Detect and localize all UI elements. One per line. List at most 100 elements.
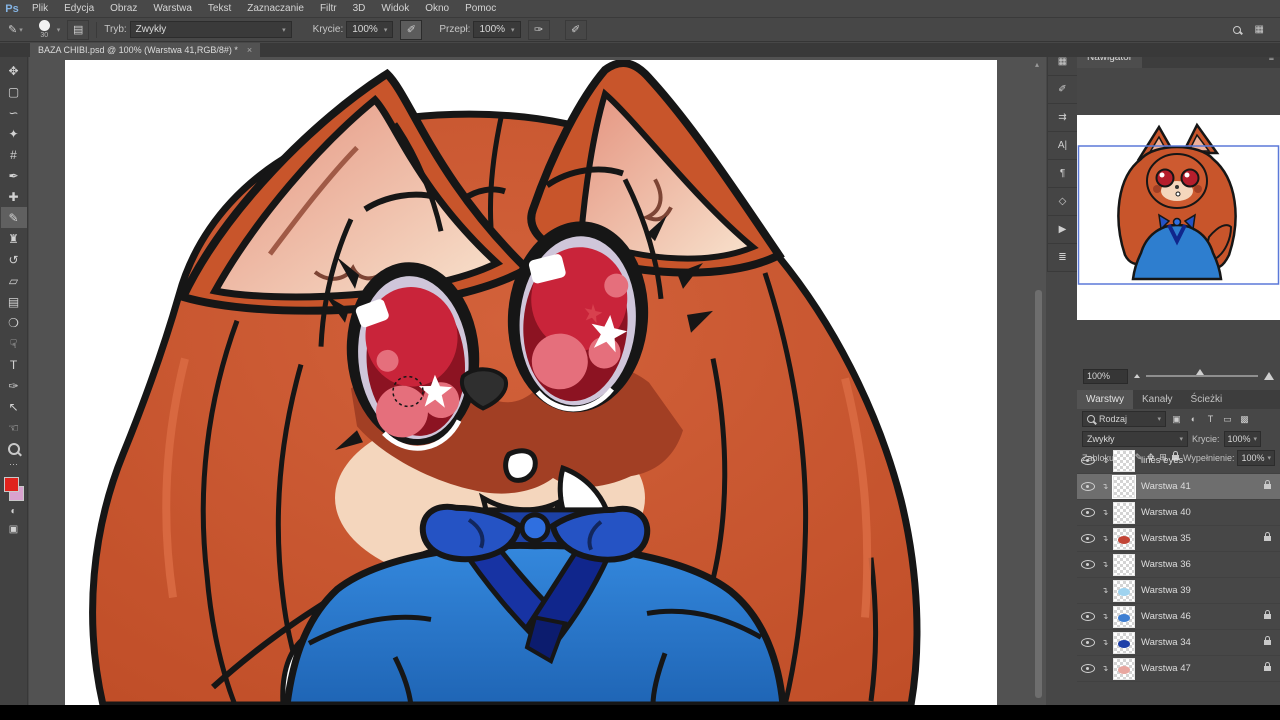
layer-name[interactable]: lines eyes bbox=[1141, 455, 1183, 466]
layer-thumbnail[interactable] bbox=[1113, 631, 1135, 654]
lasso-tool[interactable]: ∽ bbox=[1, 102, 27, 123]
layer-visibility-toggle[interactable] bbox=[1077, 612, 1099, 621]
pressure-opacity-button[interactable]: ✐ bbox=[400, 19, 423, 40]
layers-blend-mode-select[interactable]: Zwykły ▾ bbox=[1082, 430, 1188, 447]
layer-thumbnail[interactable] bbox=[1113, 553, 1135, 576]
tab-layers[interactable]: Warstwy bbox=[1077, 390, 1133, 409]
smudge-tool[interactable]: ☟ bbox=[1, 333, 27, 354]
layer-name[interactable]: Warstwa 41 bbox=[1141, 481, 1191, 492]
scroll-up-arrow[interactable]: ▴ bbox=[1035, 60, 1039, 69]
navigator-zoom-slider[interactable] bbox=[1146, 369, 1258, 377]
eyedropper-tool[interactable]: ✒ bbox=[1, 165, 27, 186]
menu-warstwa[interactable]: Warstwa bbox=[145, 0, 200, 17]
character-panel-icon[interactable]: A| bbox=[1048, 132, 1077, 160]
eraser-tool[interactable]: ▱ bbox=[1, 270, 27, 291]
history-brush-tool[interactable]: ↺ bbox=[1, 249, 27, 270]
layer-thumbnail[interactable] bbox=[1112, 474, 1136, 499]
path-select-tool[interactable]: ↖ bbox=[1, 396, 27, 417]
layer-row[interactable]: ↴ Warstwa 35 bbox=[1077, 526, 1280, 552]
filter-type-layers-icon[interactable]: T bbox=[1204, 412, 1217, 426]
brush-tool[interactable]: ✎ bbox=[0, 207, 27, 228]
type-tool[interactable]: T bbox=[1, 354, 27, 375]
tab-paths[interactable]: Ścieżki bbox=[1182, 390, 1232, 409]
brush-settings-panel-icon[interactable]: ✐ bbox=[1048, 76, 1077, 104]
menu-pomoc[interactable]: Pomoc bbox=[457, 0, 504, 17]
close-icon[interactable]: × bbox=[247, 45, 252, 55]
document-tab[interactable]: BAZA CHIBI.psd @ 100% (Warstwa 41,RGB/8#… bbox=[30, 43, 261, 57]
document-canvas[interactable] bbox=[65, 60, 997, 705]
layer-comps-panel-icon[interactable]: ≣ bbox=[1048, 244, 1077, 272]
layer-name[interactable]: Warstwa 34 bbox=[1141, 637, 1191, 648]
zoom-in-icon[interactable] bbox=[1264, 372, 1274, 380]
zoom-out-icon[interactable] bbox=[1134, 374, 1140, 378]
menu-3d[interactable]: 3D bbox=[345, 0, 374, 17]
3d-panel-icon[interactable]: ◇ bbox=[1048, 188, 1077, 216]
menu-okno[interactable]: Okno bbox=[417, 0, 457, 17]
layer-thumbnail[interactable] bbox=[1113, 579, 1135, 602]
layer-row[interactable]: ↴ Warstwa 39 bbox=[1077, 578, 1280, 604]
canvas-vertical-scrollbar[interactable]: ▴ bbox=[1034, 60, 1043, 703]
menu-tekst[interactable]: Tekst bbox=[200, 0, 239, 17]
move-tool[interactable]: ✥ bbox=[1, 60, 27, 81]
hand-tool[interactable]: ☜ bbox=[1, 417, 27, 438]
filter-shape-layers-icon[interactable]: ▭ bbox=[1221, 412, 1234, 426]
screen-mode-button[interactable]: ▣ bbox=[1, 520, 27, 538]
workspace-switcher-icon[interactable]: ▦ bbox=[1255, 24, 1264, 35]
clone-stamp-tool[interactable]: ♜ bbox=[1, 228, 27, 249]
filter-adjustment-layers-icon[interactable]: ◐ bbox=[1187, 412, 1200, 426]
navigator-zoom-input[interactable]: 100% bbox=[1083, 368, 1128, 384]
navigator-preview[interactable] bbox=[1077, 115, 1280, 320]
layer-name[interactable]: Warstwa 40 bbox=[1141, 507, 1191, 518]
layer-thumbnail[interactable] bbox=[1113, 605, 1135, 628]
layer-row[interactable]: ↴ Warstwa 46 bbox=[1077, 604, 1280, 630]
tab-channels[interactable]: Kanały bbox=[1133, 390, 1182, 409]
layer-filter-select[interactable]: Rodzaj ▾ bbox=[1082, 411, 1166, 427]
foreground-color-swatch[interactable] bbox=[3, 477, 19, 492]
paragraph-panel-icon[interactable]: ¶ bbox=[1048, 160, 1077, 188]
blur-tool[interactable]: ❍ bbox=[1, 312, 27, 333]
clone-source-panel-icon[interactable]: ⇉ bbox=[1048, 104, 1077, 132]
layer-thumbnail[interactable] bbox=[1113, 657, 1135, 680]
menu-widok[interactable]: Widok bbox=[373, 0, 417, 17]
layer-row[interactable]: ↴ Warstwa 41 bbox=[1077, 474, 1280, 500]
layer-row[interactable]: ↴ lines eyes bbox=[1077, 448, 1280, 474]
layer-visibility-toggle[interactable] bbox=[1077, 664, 1099, 673]
chevron-down-icon[interactable]: ▾ bbox=[57, 26, 61, 34]
quick-mask-button[interactable]: ◐ bbox=[1, 502, 27, 520]
pressure-size-button[interactable]: ✐ bbox=[564, 19, 587, 40]
crop-tool[interactable]: # bbox=[1, 144, 27, 165]
marquee-tool[interactable]: ▢ bbox=[1, 81, 27, 102]
layer-visibility-toggle[interactable] bbox=[1077, 534, 1099, 543]
opacity-select[interactable]: 100% ▾ bbox=[346, 21, 394, 38]
layer-visibility-toggle[interactable] bbox=[1077, 560, 1099, 569]
brush-preset-picker[interactable]: 30 bbox=[38, 20, 50, 39]
toggle-brush-panel-button[interactable]: ▤ bbox=[67, 19, 90, 40]
airbrush-button[interactable]: ✑ bbox=[527, 19, 550, 40]
zoom-slider-thumb[interactable] bbox=[1196, 369, 1205, 375]
tool-preset-picker[interactable]: ✎ ▾ bbox=[5, 23, 26, 36]
blend-mode-select[interactable]: Zwykły ▾ bbox=[129, 21, 292, 38]
flow-select[interactable]: 100% ▾ bbox=[473, 21, 521, 38]
layer-name[interactable]: Warstwa 46 bbox=[1141, 611, 1191, 622]
layer-visibility-toggle[interactable] bbox=[1077, 508, 1099, 517]
filter-pixel-layers-icon[interactable]: ▣ bbox=[1170, 412, 1183, 426]
filter-smart-objects-icon[interactable]: ▩ bbox=[1238, 412, 1251, 426]
pen-tool[interactable]: ✑ bbox=[1, 375, 27, 396]
layer-name[interactable]: Warstwa 47 bbox=[1141, 663, 1191, 674]
layer-row[interactable]: ↴ Warstwa 36 bbox=[1077, 552, 1280, 578]
layer-visibility-toggle[interactable] bbox=[1077, 456, 1099, 465]
healing-brush-tool[interactable]: ✚ bbox=[1, 186, 27, 207]
zoom-tool[interactable] bbox=[1, 438, 27, 459]
layer-name[interactable]: Warstwa 36 bbox=[1141, 559, 1191, 570]
magic-wand-tool[interactable]: ✦ bbox=[1, 123, 27, 144]
actions-panel-icon[interactable]: ▶ bbox=[1048, 216, 1077, 244]
edit-toolbar-dots[interactable]: ⋯ bbox=[9, 459, 18, 473]
layer-row[interactable]: ↴ Warstwa 47 bbox=[1077, 656, 1280, 682]
menu-zaznaczanie[interactable]: Zaznaczanie bbox=[239, 0, 312, 17]
layer-name[interactable]: Warstwa 35 bbox=[1141, 533, 1191, 544]
layer-thumbnail[interactable] bbox=[1113, 449, 1135, 472]
layers-opacity-select[interactable]: 100% ▾ bbox=[1223, 430, 1262, 447]
layer-visibility-toggle[interactable] bbox=[1077, 482, 1099, 491]
search-icon[interactable] bbox=[1232, 25, 1241, 34]
scrollbar-thumb[interactable] bbox=[1035, 290, 1042, 698]
